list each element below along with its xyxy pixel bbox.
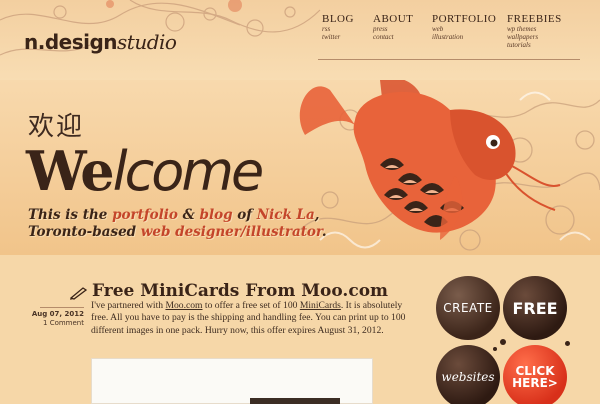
welcome-tagline: This is the portfolio & blog of Nick La,… [28, 207, 327, 241]
tagline-name: Nick La [256, 207, 315, 223]
nav-freebies-wallpapers[interactable]: wallpapers [507, 33, 587, 41]
minicards-link[interactable]: MiniCards [300, 300, 341, 311]
tagline-of: of [232, 207, 257, 223]
nav-freebies-tutorials[interactable]: tutorials [507, 41, 587, 49]
tagline-comma: , [314, 207, 320, 223]
post-comments-link[interactable]: 1 Comment [30, 319, 84, 327]
websites-button[interactable]: websites [436, 345, 500, 404]
moo-link[interactable]: Moo.com [165, 300, 202, 311]
decor-dot [493, 347, 497, 351]
nav-portfolio-web[interactable]: web [432, 25, 512, 33]
free-button[interactable]: FREE [503, 276, 567, 340]
nav-freebies-wp-themes[interactable]: wp themes [507, 25, 587, 33]
welcome-rest: lcome [112, 140, 265, 203]
click-line2: HERE> [512, 376, 558, 390]
site-header: n.designstudio Blog rss twitter About pr… [0, 0, 600, 80]
pencil-icon [70, 287, 88, 300]
welcome-chinese: 欢迎 [28, 112, 85, 142]
nav-freebies[interactable]: Freebies wp themes wallpapers tutorials [507, 13, 587, 49]
post-date: Aug 07, 2012 [31, 310, 84, 318]
post-meta-divider [40, 307, 84, 308]
main-content: Free MiniCards From Moo.com Aug 07, 2012… [0, 255, 600, 404]
decor-dot [500, 339, 506, 345]
logo-wordmark: n.design [24, 30, 118, 54]
site-logo[interactable]: n.designstudio [24, 30, 177, 54]
post-image-card [250, 398, 340, 404]
post-body-intro: I've partnered with [91, 300, 166, 311]
tagline-line2: Toronto-based [28, 224, 141, 240]
welcome-banner: 欢迎 Welcome This is the portfolio & blog … [0, 80, 600, 255]
post-body-mid: to offer a free set of 100 [202, 300, 300, 311]
click-here-button[interactable]: CLICK HERE> [503, 345, 567, 404]
tagline-part1: This is the [28, 207, 113, 223]
nav-freebies-label[interactable]: Freebies [507, 13, 587, 25]
post-title[interactable]: Free MiniCards From Moo.com [92, 281, 388, 301]
decor-dot [565, 341, 570, 346]
tagline-portfolio-link[interactable]: portfolio [112, 207, 178, 223]
welcome-heading: Welcome [26, 144, 264, 199]
create-button[interactable]: CREATE [436, 276, 500, 340]
nav-portfolio-illustration[interactable]: illustration [432, 33, 512, 41]
welcome-cap: We [26, 139, 115, 203]
nav-portfolio-label[interactable]: Portfolio [432, 13, 512, 25]
post-image [91, 358, 373, 404]
tagline-amp: & [177, 207, 200, 223]
post-excerpt: I've partnered with Moo.com to offer a f… [91, 300, 416, 337]
nav-divider [318, 59, 580, 60]
tagline-blog-link[interactable]: blog [200, 207, 233, 223]
tagline-role: web designer/illustrator [140, 224, 322, 240]
tagline-end: . [321, 224, 327, 240]
nav-portfolio[interactable]: Portfolio web illustration [432, 13, 512, 41]
logo-studio: studio [117, 30, 177, 54]
